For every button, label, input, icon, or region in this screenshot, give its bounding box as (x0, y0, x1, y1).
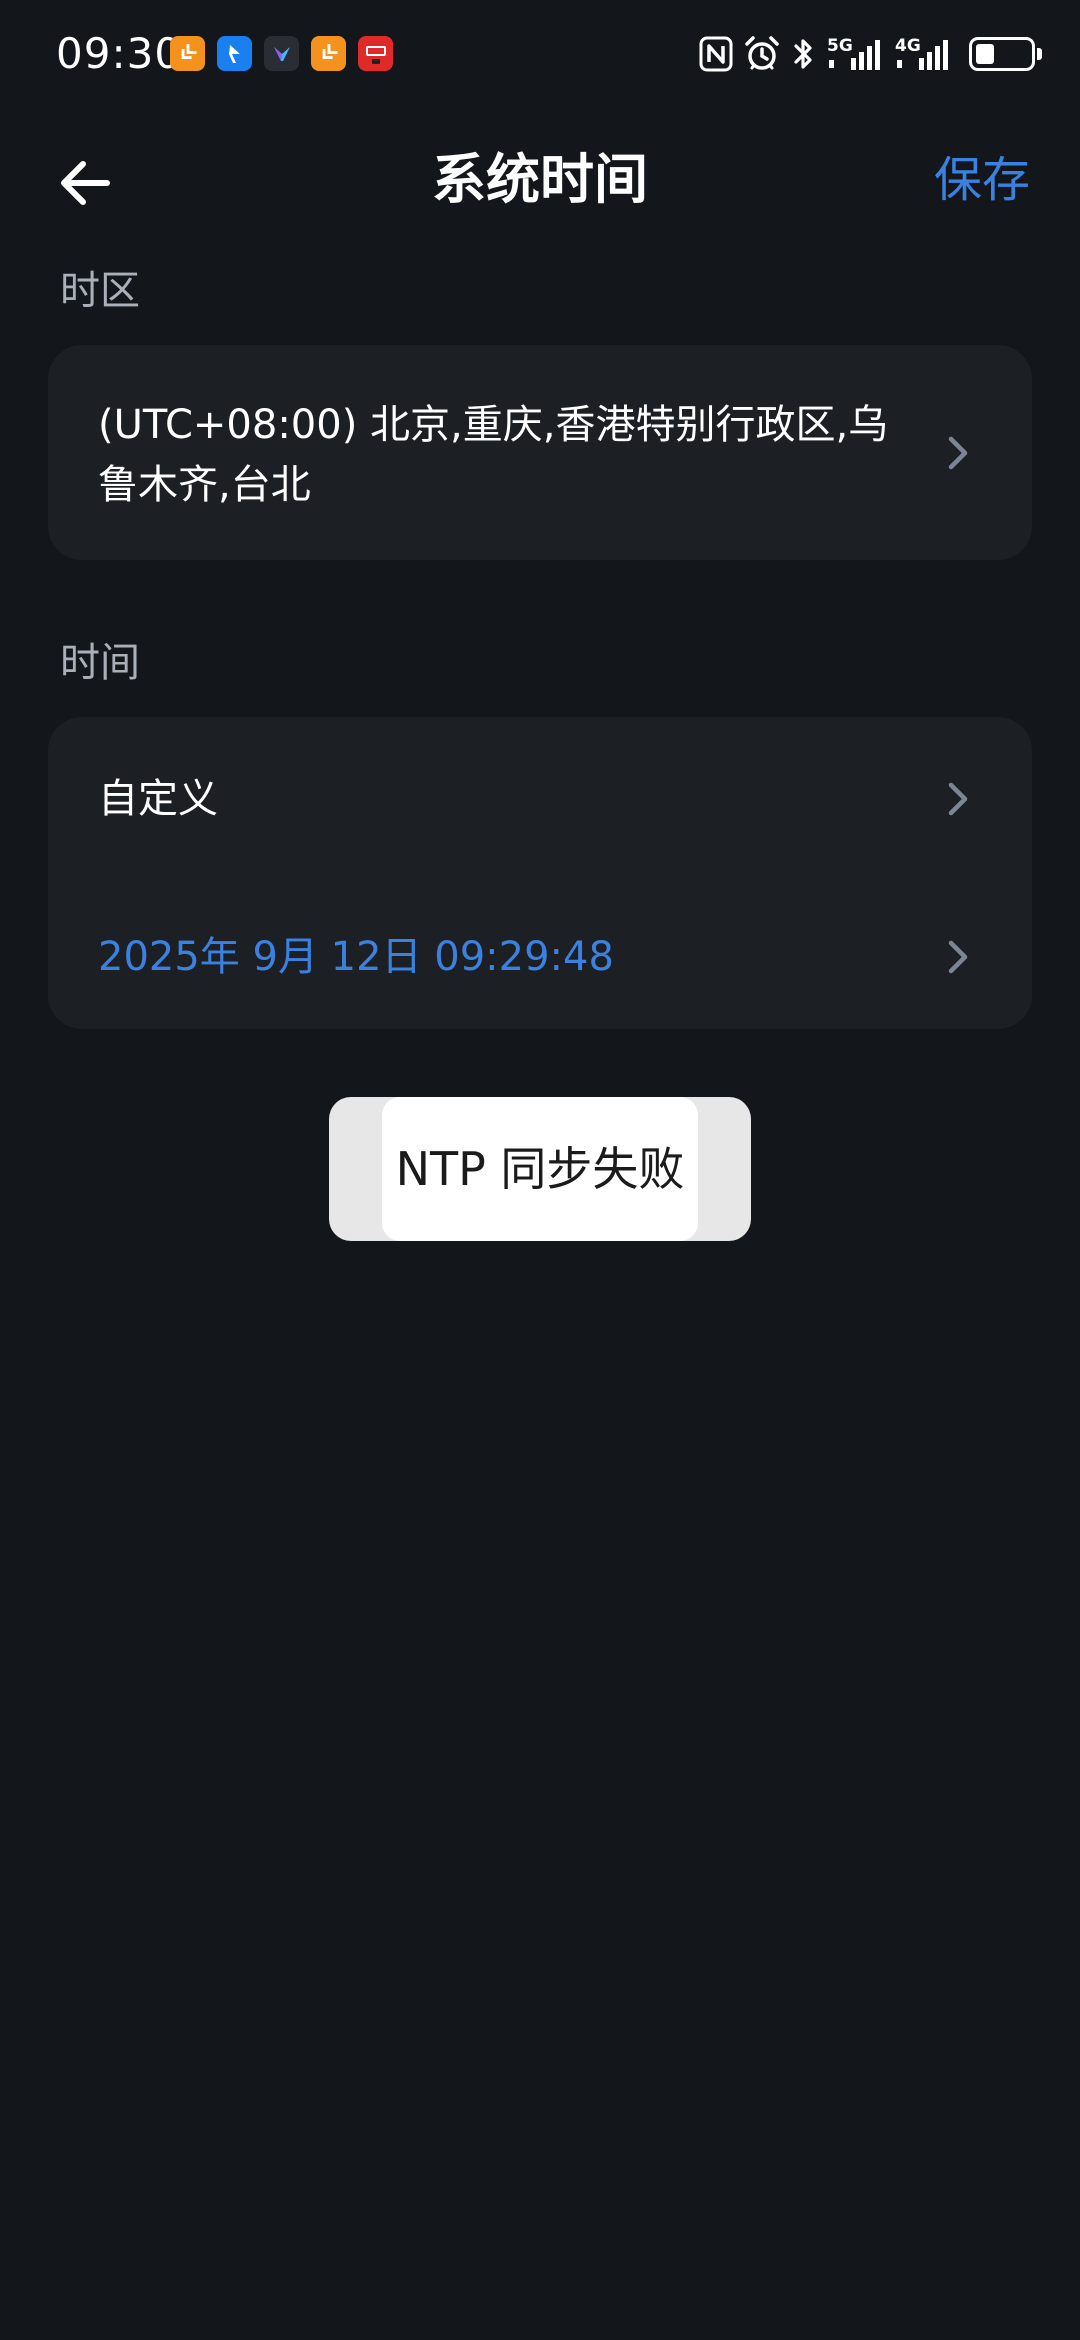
save-button[interactable]: 保存 (934, 144, 1030, 216)
chevron-right-icon (948, 436, 968, 470)
time-section-label: 时间 (60, 640, 140, 686)
orange-app-icon (311, 36, 346, 71)
datetime-row[interactable]: 2025年 9月 12日 09:29:48 (48, 873, 1032, 1029)
bluetooth-icon (791, 36, 817, 72)
chevron-right-icon (948, 940, 968, 974)
ntp-sync-toast: NTP 同步失败 (329, 1097, 751, 1241)
chevron-right-icon (948, 782, 968, 816)
time-mode-row[interactable]: 自定义 (48, 717, 1032, 873)
battery-icon (963, 37, 1042, 71)
dark-app-icon (264, 36, 299, 71)
time-mode-value: 自定义 (98, 776, 218, 822)
time-card: 自定义 2025年 9月 12日 09:29:48 (48, 717, 1032, 1029)
status-bar: 09:30 5G 4G (0, 0, 1080, 110)
status-indicators: 5G 4G (699, 32, 1042, 76)
toast-message: NTP 同步失败 (395, 1142, 685, 1196)
timezone-card: (UTC+08:00) 北京,重庆,香港特别行政区,乌 鲁木齐,台北 (48, 345, 1032, 560)
status-time: 09:30 (56, 29, 183, 78)
notification-icons (170, 36, 393, 72)
signal-5g-icon: 5G (827, 36, 885, 72)
blue-app-icon (217, 36, 252, 71)
red-app-icon (358, 36, 393, 71)
timezone-value-line1: (UTC+08:00) 北京,重庆,香港特别行政区,乌 (98, 402, 889, 448)
datetime-value: 2025年 9月 12日 09:29:48 (98, 934, 614, 980)
page-title: 系统时间 (432, 148, 648, 211)
timezone-section-label: 时区 (60, 268, 140, 314)
signal-4g-icon: 4G (895, 36, 953, 72)
timezone-row[interactable]: (UTC+08:00) 北京,重庆,香港特别行政区,乌 鲁木齐,台北 (48, 345, 1032, 560)
timezone-value-line2: 鲁木齐,台北 (98, 462, 311, 508)
timezone-value: (UTC+08:00) 北京,重庆,香港特别行政区,乌 鲁木齐,台北 (98, 395, 958, 515)
alarm-icon (743, 35, 781, 73)
nfc-icon (699, 36, 733, 72)
orange-app-icon (170, 36, 205, 71)
